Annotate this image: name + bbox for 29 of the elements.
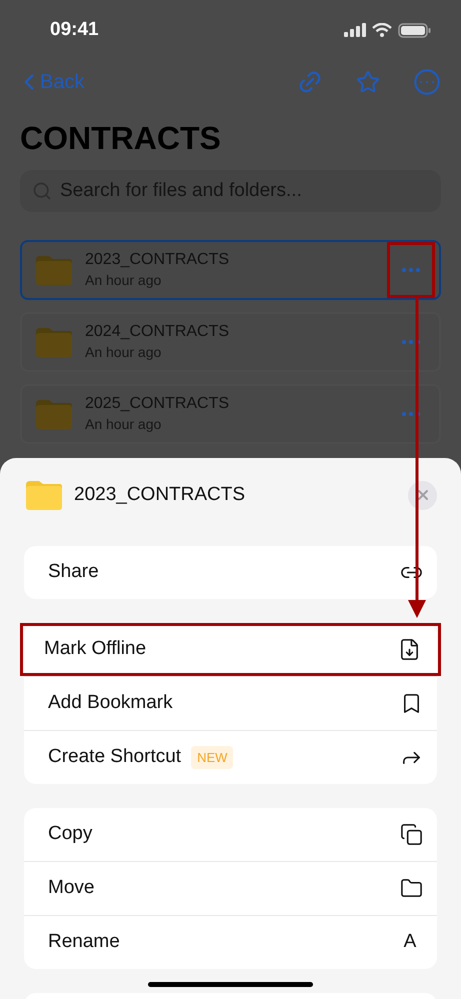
more-button[interactable] bbox=[387, 242, 435, 298]
rename-glyph: A bbox=[402, 930, 418, 954]
page-title: CONTRACTS bbox=[19, 119, 222, 158]
status-time: 09:41 bbox=[50, 18, 99, 42]
menu-item[interactable]: Move bbox=[24, 862, 437, 915]
folder-icon bbox=[34, 254, 74, 286]
menu-item[interactable]: Add Bookmark bbox=[24, 677, 437, 730]
folder-icon bbox=[24, 479, 64, 511]
close-button[interactable] bbox=[408, 480, 437, 510]
folder-name: 2024_CONTRACTS bbox=[85, 322, 230, 342]
star-icon[interactable] bbox=[356, 70, 380, 94]
battery-icon bbox=[398, 22, 431, 38]
folder-icon bbox=[34, 398, 74, 430]
menu-item[interactable]: Share bbox=[24, 546, 437, 599]
new-badge: NEW bbox=[191, 746, 234, 770]
folder-name: 2025_CONTRACTS bbox=[85, 394, 230, 414]
sheet-title: 2023_CONTRACTS bbox=[74, 482, 246, 507]
menu-item[interactable]: Copy bbox=[24, 808, 437, 861]
wifi-icon bbox=[372, 23, 392, 37]
more-icon[interactable] bbox=[413, 68, 441, 96]
menu-item[interactable]: Create Shortcut NEW bbox=[24, 731, 437, 784]
ellipsis-icon bbox=[402, 268, 420, 272]
folder-icon bbox=[400, 877, 423, 900]
copy-icon bbox=[400, 823, 423, 846]
folder-icon bbox=[34, 326, 74, 358]
file-download-icon bbox=[398, 638, 421, 661]
signal-icon bbox=[344, 23, 366, 37]
menu-item[interactable]: Mark Offline bbox=[20, 623, 441, 676]
menu-item[interactable]: Rename A bbox=[24, 916, 437, 969]
